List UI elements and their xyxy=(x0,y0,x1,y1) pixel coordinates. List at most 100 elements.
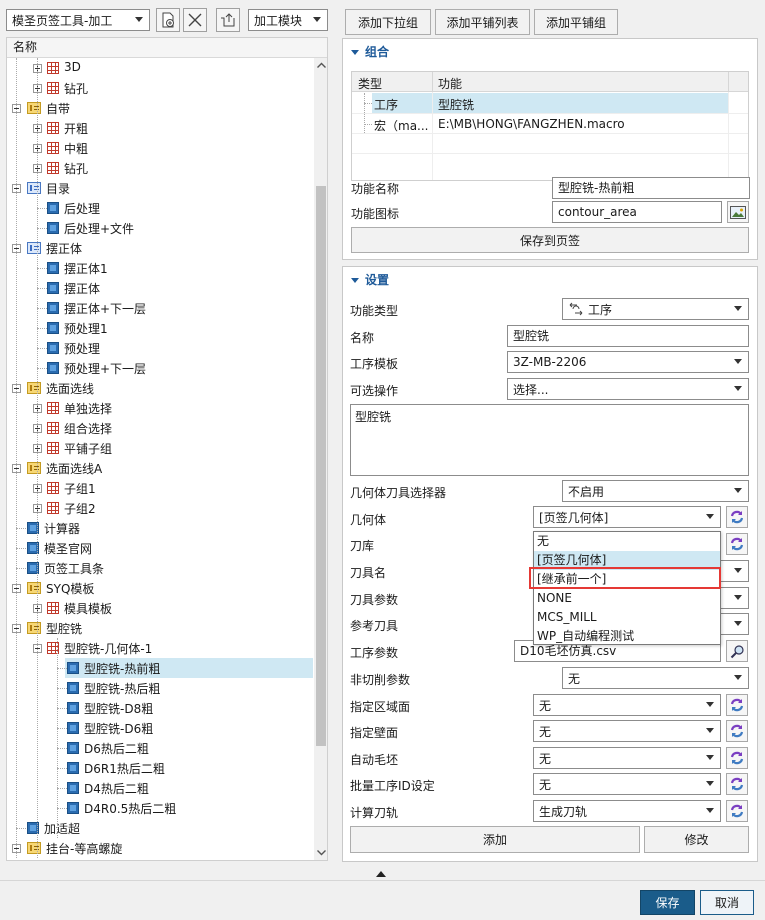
tree-item[interactable]: 预处理 xyxy=(7,338,313,358)
tree-item[interactable]: 后处理 xyxy=(7,198,313,218)
func-type-select[interactable]: 工序 xyxy=(562,298,749,320)
tree-item[interactable]: 加适超 xyxy=(7,818,313,838)
tree-item-label: 型腔铣-几何体-1 xyxy=(64,642,153,656)
tree-item[interactable]: D4热后二粗 xyxy=(7,778,313,798)
refresh-button[interactable] xyxy=(726,747,748,769)
folder-icon xyxy=(27,102,41,114)
geom-tool-select[interactable]: 不启用 xyxy=(562,480,749,502)
blank-select[interactable]: 无 xyxy=(533,747,721,769)
module-select[interactable]: 加工模块 xyxy=(248,9,328,31)
divider xyxy=(0,880,765,881)
tree-item-label: 型腔铣-热前粗 xyxy=(84,662,161,676)
refresh-button[interactable] xyxy=(726,800,748,822)
tree-item[interactable]: SYQ模板 xyxy=(7,578,313,598)
batchid-label: 批量工序ID设定 xyxy=(350,779,435,793)
tree-item[interactable]: 后处理+文件 xyxy=(7,218,313,238)
tree-item[interactable]: 挂台-等高螺旋 xyxy=(7,838,313,858)
tree-item[interactable]: D6R1热后二粗 xyxy=(7,758,313,778)
tree-item[interactable]: 模圣官网 xyxy=(7,538,313,558)
tree-item[interactable]: 中粗 xyxy=(7,138,313,158)
tree-item[interactable]: 型腔铣-几何体-1 xyxy=(7,638,313,658)
tree-item[interactable]: 选面选线A xyxy=(7,458,313,478)
refresh-button[interactable] xyxy=(726,773,748,795)
tree-item[interactable]: 预处理1 xyxy=(7,318,313,338)
noncut-select[interactable]: 无 xyxy=(562,667,749,689)
collapse-up-icon[interactable] xyxy=(376,871,386,877)
tree-item[interactable]: 开粗 xyxy=(7,118,313,138)
tree-line xyxy=(57,688,67,689)
tree-item[interactable]: 模具模板 xyxy=(7,598,313,618)
description-textarea[interactable]: 型腔铣 xyxy=(350,404,749,476)
tree-item[interactable]: 单独选择 xyxy=(7,398,313,418)
refresh-button[interactable] xyxy=(726,694,748,716)
save-button[interactable]: 保存 xyxy=(640,890,695,915)
tree-item[interactable]: 钻孔 xyxy=(7,158,313,178)
tree-item[interactable]: D4R0.5热后二粗 xyxy=(7,798,313,818)
optional-select[interactable]: 选择... xyxy=(507,378,749,400)
tree-item-label: 型腔铣 xyxy=(46,622,83,636)
dropdown-option[interactable]: 无 xyxy=(534,532,720,551)
tree-item[interactable]: 摆正体 xyxy=(7,278,313,298)
tree-item[interactable]: 组合选择 xyxy=(7,418,313,438)
tree-item[interactable]: 摆正体+下一层 xyxy=(7,298,313,318)
add-button[interactable]: 添加 xyxy=(350,826,640,853)
template-select[interactable]: 3Z-MB-2206 xyxy=(507,351,749,373)
modify-button[interactable]: 修改 xyxy=(644,826,749,853)
table-row[interactable]: 工序 型腔铣 xyxy=(352,93,748,133)
tree-item[interactable]: 自带 xyxy=(7,98,313,118)
tree-item[interactable]: 钻孔 xyxy=(7,78,313,98)
table-row[interactable]: 宏（ma... E:\MB\HONG\FANGZHEN.macro xyxy=(352,113,748,133)
cancel-button[interactable]: 取消 xyxy=(700,890,754,915)
dropdown-option[interactable]: NONE xyxy=(534,589,720,608)
settings-section-title[interactable]: 设置 xyxy=(351,271,389,288)
tree-item[interactable]: 型腔铣-D8粗 xyxy=(7,698,313,718)
tree-item[interactable]: 页签工具条 xyxy=(7,558,313,578)
tool-select[interactable]: 模圣页签工具-加工 xyxy=(6,9,150,31)
batchid-select[interactable]: 无 xyxy=(533,773,721,795)
new-page-button[interactable] xyxy=(156,8,180,32)
tree-item[interactable]: 型腔铣-热前粗 xyxy=(7,658,313,678)
scroll-up-icon[interactable] xyxy=(317,62,326,68)
add-tile-group-button[interactable]: 添加平铺组 xyxy=(534,9,618,35)
export-button[interactable] xyxy=(216,8,240,32)
tree-item[interactable]: D6热后二粗 xyxy=(7,738,313,758)
tree-item[interactable]: 摆正体 xyxy=(7,238,313,258)
refresh-button[interactable] xyxy=(726,720,748,742)
tree-scrollbar[interactable] xyxy=(314,58,327,860)
tree-item[interactable]: 选面选线 xyxy=(7,378,313,398)
tree-item[interactable]: 子组2 xyxy=(7,498,313,518)
add-tile-list-button[interactable]: 添加平铺列表 xyxy=(435,9,530,35)
browse-button[interactable] xyxy=(726,640,748,662)
tree-item[interactable]: 摆正体1 xyxy=(7,258,313,278)
refresh-icon xyxy=(730,751,744,765)
tree-item[interactable]: 计算器 xyxy=(7,518,313,538)
calc-select[interactable]: 生成刀轨 xyxy=(533,800,721,822)
geometry-select[interactable]: [页签几何体] xyxy=(533,506,721,528)
dropdown-option[interactable]: WP_自动编程测试 xyxy=(534,627,720,646)
scroll-thumb[interactable] xyxy=(316,186,326,746)
func-icon-field[interactable]: contour_area xyxy=(552,201,722,223)
tree-item[interactable]: 型腔铣-热后粗 xyxy=(7,678,313,698)
area-select[interactable]: 无 xyxy=(533,694,721,716)
group-section-title[interactable]: 组合 xyxy=(351,43,389,60)
add-dropdown-group-button[interactable]: 添加下拉组 xyxy=(345,9,431,35)
tree-item[interactable]: 平铺子组 xyxy=(7,438,313,458)
tree-item[interactable]: 3D xyxy=(7,58,313,78)
tree-item[interactable]: 型腔铣-D6粗 xyxy=(7,718,313,738)
name-field[interactable]: 型腔铣 xyxy=(507,325,749,347)
area-value: 无 xyxy=(539,698,552,713)
save-to-tab-button[interactable]: 保存到页签 xyxy=(351,227,749,253)
wall-select[interactable]: 无 xyxy=(533,720,721,742)
tree-item[interactable]: 目录 xyxy=(7,178,313,198)
refresh-button[interactable] xyxy=(726,533,748,555)
image-picker-button[interactable] xyxy=(727,201,749,223)
scroll-down-icon[interactable] xyxy=(317,850,326,856)
tree-item[interactable]: 子组1 xyxy=(7,478,313,498)
refresh-button[interactable] xyxy=(726,506,748,528)
operation-icon xyxy=(47,362,59,374)
tree-item[interactable]: 型腔铣 xyxy=(7,618,313,638)
dropdown-option[interactable]: MCS_MILL xyxy=(534,608,720,627)
func-name-field[interactable]: 型腔铣-热前粗 xyxy=(552,177,750,199)
delete-button[interactable] xyxy=(183,8,207,32)
tree-item[interactable]: 预处理+下一层 xyxy=(7,358,313,378)
